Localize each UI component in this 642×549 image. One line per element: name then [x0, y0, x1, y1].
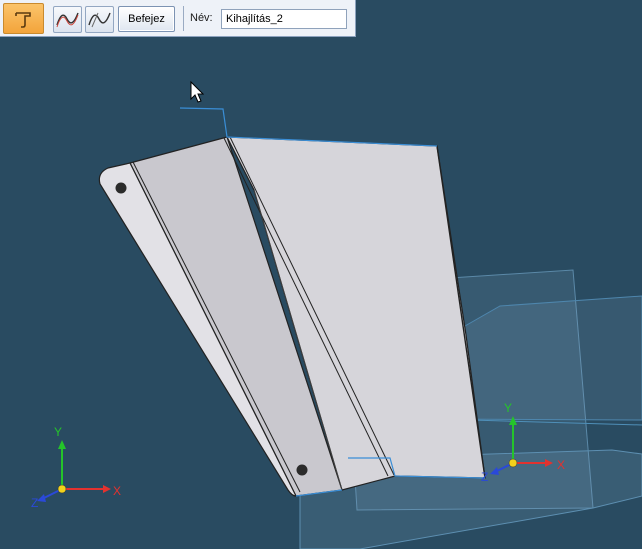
curve-tool-icon [56, 12, 79, 28]
axis-label-z: Z [481, 470, 488, 484]
command-bar: Befejez Név: [0, 0, 356, 37]
hem-step-button[interactable] [3, 3, 44, 34]
axis-label-x: X [113, 484, 121, 498]
coordinate-triad-left: X Y Z [31, 425, 121, 510]
hem-step-icon [15, 12, 31, 28]
curve-tool-alt-button[interactable] [85, 6, 114, 33]
mounting-hole [296, 464, 308, 476]
mounting-hole [115, 182, 127, 194]
finish-button[interactable]: Befejez [118, 6, 175, 32]
3d-viewport[interactable]: X Y Z X Y Z [0, 0, 642, 549]
name-label: Név: [190, 12, 213, 24]
toolbar-separator [183, 6, 184, 31]
sheet-metal-part[interactable] [98, 136, 486, 497]
axis-label-y: Y [504, 401, 512, 415]
curve-tool-alt-icon [88, 12, 111, 28]
axis-label-z: Z [31, 496, 38, 510]
name-field[interactable] [221, 9, 347, 29]
curve-tool-button[interactable] [53, 6, 82, 33]
axis-label-y: Y [54, 425, 62, 439]
mouse-cursor [190, 80, 205, 103]
axis-label-x: X [557, 458, 565, 472]
